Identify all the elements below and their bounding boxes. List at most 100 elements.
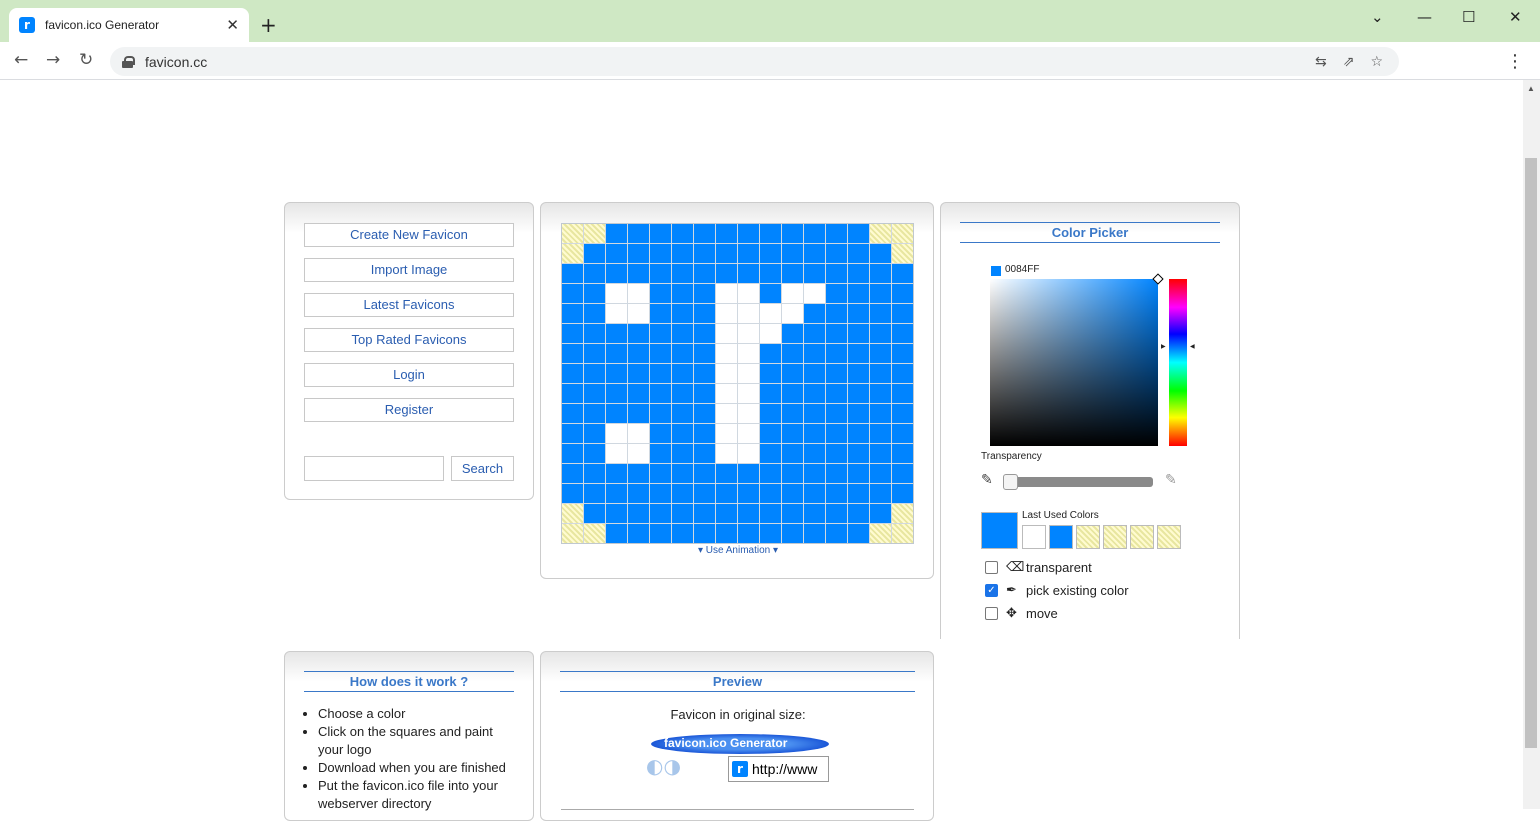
pixel-cell[interactable] [672, 284, 693, 303]
pixel-cell[interactable] [584, 504, 605, 523]
pixel-cell[interactable] [782, 344, 803, 363]
pixel-cell[interactable] [760, 384, 781, 403]
pixel-cell[interactable] [716, 444, 737, 463]
pixel-cell[interactable] [848, 424, 869, 443]
pixel-cell[interactable] [606, 404, 627, 423]
pixel-cell[interactable] [628, 384, 649, 403]
pixel-cell[interactable] [782, 324, 803, 343]
pixel-cell[interactable] [716, 424, 737, 443]
pixel-cell[interactable] [826, 324, 847, 343]
pixel-cell[interactable] [848, 224, 869, 243]
move-checkbox[interactable] [985, 607, 998, 620]
saturation-value-picker[interactable] [990, 273, 1164, 446]
pixel-cell[interactable] [716, 304, 737, 323]
pixel-cell[interactable] [782, 404, 803, 423]
pixel-cell[interactable] [782, 264, 803, 283]
pixel-cell[interactable] [606, 464, 627, 483]
pixel-cell[interactable] [870, 464, 891, 483]
pick-existing-color-checkbox[interactable]: ✓ [985, 584, 998, 597]
pixel-cell[interactable] [672, 524, 693, 543]
pixel-cell[interactable] [760, 444, 781, 463]
pixel-cell[interactable] [694, 424, 715, 443]
pixel-cell[interactable] [628, 324, 649, 343]
pixel-cell[interactable] [826, 224, 847, 243]
pixel-cell[interactable] [606, 424, 627, 443]
pixel-cell[interactable] [760, 284, 781, 303]
pixel-cell[interactable] [628, 344, 649, 363]
pixel-cell[interactable] [716, 284, 737, 303]
last-used-color-swatch[interactable] [1076, 525, 1100, 549]
pixel-cell[interactable] [650, 264, 671, 283]
pixel-cell[interactable] [782, 244, 803, 263]
lock-icon[interactable] [122, 55, 135, 68]
option-move[interactable]: ✥ move [985, 606, 1058, 621]
pixel-cell[interactable] [672, 424, 693, 443]
pixel-cell[interactable] [804, 504, 825, 523]
register-button[interactable]: Register [304, 398, 514, 422]
pixel-cell[interactable] [892, 364, 913, 383]
pixel-cell[interactable] [584, 464, 605, 483]
latest-favicons-button[interactable]: Latest Favicons [304, 293, 514, 317]
pixel-cell[interactable] [628, 284, 649, 303]
pixel-cell[interactable] [870, 504, 891, 523]
pixel-cell[interactable] [672, 364, 693, 383]
pixel-cell[interactable] [628, 244, 649, 263]
pixel-cell[interactable] [606, 224, 627, 243]
pixel-cell[interactable] [760, 504, 781, 523]
pixel-cell[interactable] [562, 244, 583, 263]
pixel-cell[interactable] [650, 504, 671, 523]
pixel-cell[interactable] [738, 344, 759, 363]
sv-picker-handle[interactable] [1152, 273, 1164, 285]
pixel-cell[interactable] [804, 364, 825, 383]
pixel-cell[interactable] [848, 324, 869, 343]
pixel-cell[interactable] [892, 344, 913, 363]
pixel-cell[interactable] [738, 444, 759, 463]
minimize-button[interactable]: — [1417, 8, 1432, 26]
search-input[interactable] [304, 456, 444, 481]
pixel-cell[interactable] [782, 464, 803, 483]
pixel-cell[interactable] [870, 344, 891, 363]
pixel-cell[interactable] [584, 484, 605, 503]
pixel-cell[interactable] [606, 244, 627, 263]
create-new-favicon-button[interactable]: Create New Favicon [304, 223, 514, 247]
pixel-cell[interactable] [782, 424, 803, 443]
pixel-cell[interactable] [892, 524, 913, 543]
pixel-cell[interactable] [760, 324, 781, 343]
import-image-button[interactable]: Import Image [304, 258, 514, 282]
translate-icon[interactable]: ⇆ [1315, 54, 1327, 70]
pixel-cell[interactable] [562, 504, 583, 523]
pixel-cell[interactable] [650, 444, 671, 463]
pixel-cell[interactable] [606, 344, 627, 363]
pixel-cell[interactable] [650, 244, 671, 263]
pixel-cell[interactable] [804, 484, 825, 503]
pixel-cell[interactable] [804, 464, 825, 483]
pixel-cell[interactable] [782, 524, 803, 543]
pixel-cell[interactable] [826, 404, 847, 423]
pixel-cell[interactable] [870, 304, 891, 323]
pixel-cell[interactable] [584, 244, 605, 263]
pixel-cell[interactable] [760, 264, 781, 283]
pixel-cell[interactable] [870, 484, 891, 503]
pixel-cell[interactable] [738, 384, 759, 403]
pixel-cell[interactable] [562, 384, 583, 403]
pixel-cell[interactable] [892, 384, 913, 403]
pixel-cell[interactable] [716, 484, 737, 503]
browser-tab[interactable]: r favicon.ico Generator ✕ [9, 8, 249, 42]
pixel-cell[interactable] [760, 464, 781, 483]
pixel-cell[interactable] [650, 424, 671, 443]
pixel-cell[interactable] [826, 384, 847, 403]
pixel-cell[interactable] [606, 284, 627, 303]
pixel-cell[interactable] [672, 324, 693, 343]
pixel-cell[interactable] [606, 324, 627, 343]
pixel-cell[interactable] [562, 484, 583, 503]
pixel-cell[interactable] [848, 444, 869, 463]
pixel-cell[interactable] [738, 504, 759, 523]
pixel-cell[interactable] [782, 484, 803, 503]
pixel-cell[interactable] [672, 504, 693, 523]
pixel-cell[interactable] [804, 244, 825, 263]
top-rated-favicons-button[interactable]: Top Rated Favicons [304, 328, 514, 352]
pixel-cell[interactable] [584, 284, 605, 303]
pixel-cell[interactable] [584, 344, 605, 363]
pixel-cell[interactable] [584, 224, 605, 243]
pixel-cell[interactable] [628, 364, 649, 383]
